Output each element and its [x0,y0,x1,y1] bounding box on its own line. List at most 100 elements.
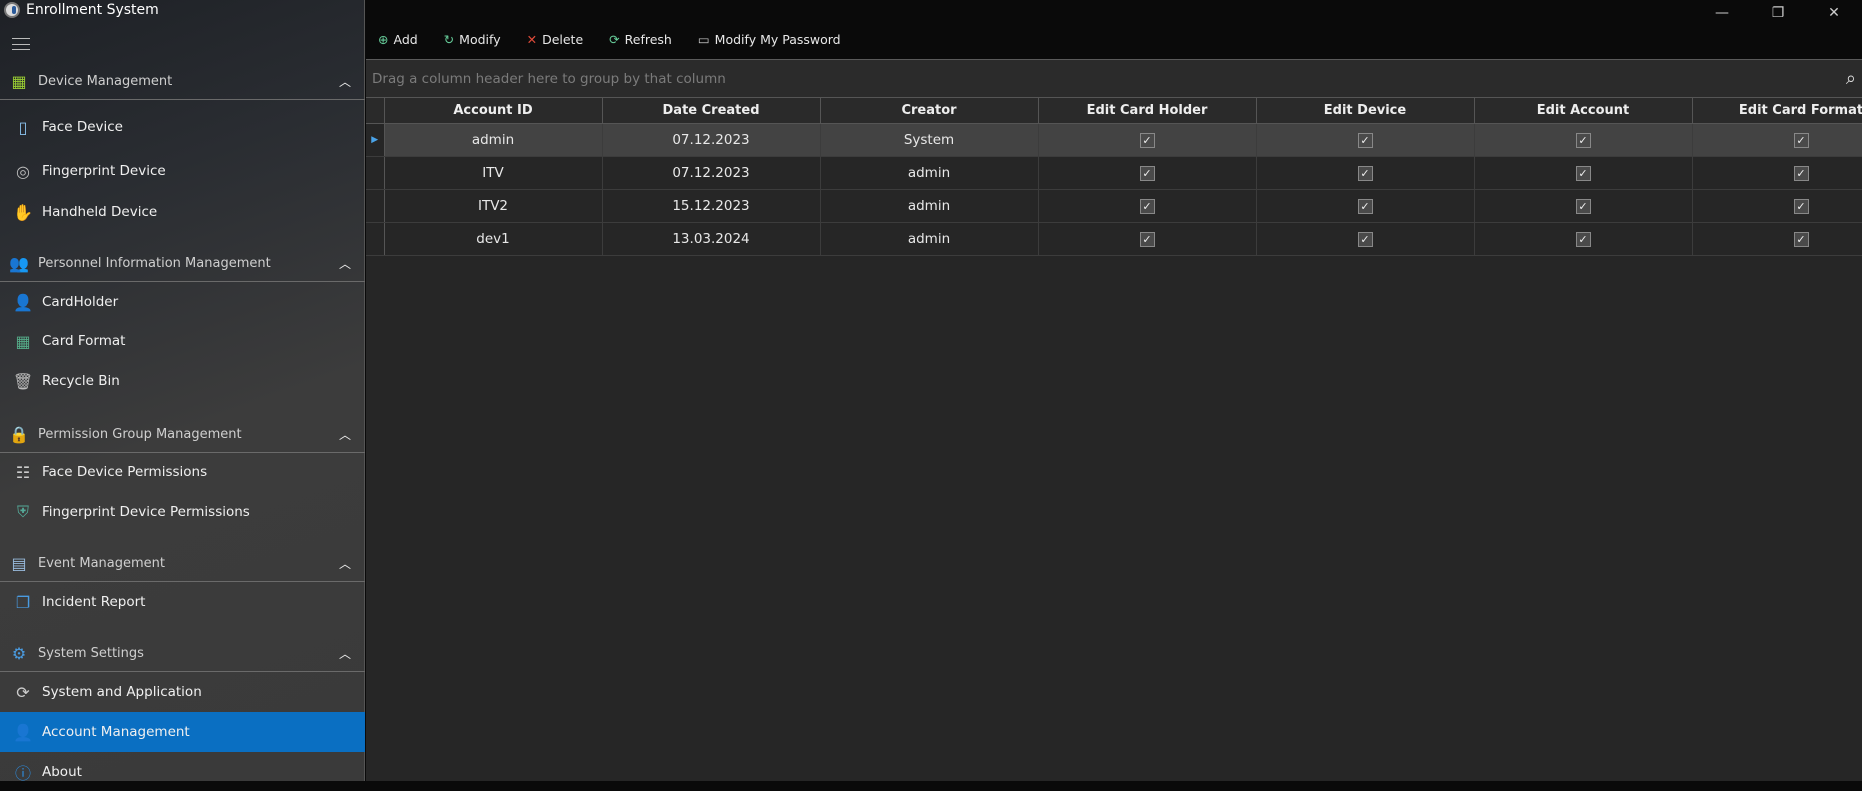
row-indicator[interactable]: ▶ [366,123,385,157]
column-header[interactable]: Edit Card Format [1692,98,1862,124]
checkbox[interactable]: ✓ [1357,132,1373,148]
section-personnel[interactable]: 👥 Personnel Information Management ︿ [0,246,365,282]
cell-permission[interactable]: ✓ [1692,156,1862,190]
checkbox[interactable]: ✓ [1793,132,1809,148]
cell-permission[interactable]: ✓ [1256,189,1475,223]
section-system-settings[interactable]: ⚙ System Settings ︿ [0,636,365,672]
table-row[interactable]: ITV 07.12.2023 admin ✓ ✓ ✓ ✓ [366,156,1862,190]
cell-permission[interactable]: ✓ [1256,156,1475,190]
chevron-up-icon[interactable]: ︿ [339,555,351,572]
cell-creator[interactable]: admin [820,189,1039,223]
table-row[interactable]: ▶ admin 07.12.2023 System ✓ ✓ ✓ ✓ [366,123,1862,157]
group-by-panel[interactable]: Drag a column header here to group by th… [366,59,1862,97]
modify-password-button[interactable]: ▭ Modify My Password [698,32,841,47]
checkbox[interactable]: ✓ [1139,231,1155,247]
cell-creator[interactable]: admin [820,222,1039,256]
chevron-up-icon[interactable]: ︿ [339,73,351,90]
item-label: Recycle Bin [42,373,120,389]
checkbox[interactable]: ✓ [1139,132,1155,148]
cell-id[interactable]: ITV2 [384,189,603,223]
cell-date[interactable]: 07.12.2023 [602,123,821,157]
cell-permission[interactable]: ✓ [1038,222,1257,256]
table-row[interactable]: ITV2 15.12.2023 admin ✓ ✓ ✓ ✓ [366,189,1862,223]
chevron-up-icon[interactable]: ︿ [339,645,351,662]
close-button[interactable]: ✕ [1806,0,1862,26]
section-event-management[interactable]: ▤ Event Management ︿ [0,546,365,582]
checkbox[interactable]: ✓ [1357,198,1373,214]
chevron-up-icon[interactable]: ︿ [339,426,351,443]
cell-permission[interactable]: ✓ [1256,222,1475,256]
sidebar-item-handheld-device[interactable]: ✋ Handheld Device [0,193,365,231]
cell-permission[interactable]: ✓ [1474,123,1693,157]
cell-permission[interactable]: ✓ [1038,156,1257,190]
sidebar-item-face-device-permissions[interactable]: ☷ Face Device Permissions [0,453,365,491]
sidebar-item-cardholder[interactable]: 👤 CardHolder [0,283,365,321]
cell-creator[interactable]: admin [820,156,1039,190]
checkbox[interactable]: ✓ [1139,165,1155,181]
column-header[interactable]: Account ID [384,98,603,124]
cell-permission[interactable]: ✓ [1474,189,1693,223]
row-indicator[interactable] [366,222,385,256]
checkbox[interactable]: ✓ [1575,165,1591,181]
checkbox[interactable]: ✓ [1575,231,1591,247]
checkbox[interactable]: ✓ [1793,231,1809,247]
cell-permission[interactable]: ✓ [1256,123,1475,157]
sidebar-item-about[interactable]: ⓘ About [0,753,365,791]
restore-button[interactable]: ❐ [1750,0,1806,26]
minimize-button[interactable]: — [1694,0,1750,26]
sidebar-item-fingerprint-permissions[interactable]: ⛨ Fingerprint Device Permissions [0,493,365,531]
delete-button[interactable]: ✕ Delete [527,32,584,47]
cell-permission[interactable]: ✓ [1692,123,1862,157]
copy-icon: ❐ [15,592,31,612]
column-header[interactable]: Date Created [602,98,821,124]
permission-list-icon: ☷ [15,462,31,482]
sidebar-item-system-application[interactable]: ⟳ System and Application [0,673,365,711]
checkbox[interactable]: ✓ [1575,198,1591,214]
cell-permission[interactable]: ✓ [1692,189,1862,223]
refresh-button[interactable]: ⟳ Refresh [609,32,672,47]
cell-id[interactable]: ITV [384,156,603,190]
section-permission-group[interactable]: 🔒 Permission Group Management ︿ [0,417,365,453]
checkbox[interactable]: ✓ [1357,165,1373,181]
cell-permission[interactable]: ✓ [1692,222,1862,256]
app-title-text: Enrollment System [26,2,159,18]
trash-icon: 🗑 [12,371,34,391]
cell-id[interactable]: dev1 [384,222,603,256]
search-icon[interactable]: ⌕ [1846,68,1856,89]
column-header[interactable]: Creator [820,98,1039,124]
cell-date[interactable]: 07.12.2023 [602,156,821,190]
row-indicator[interactable] [366,156,385,190]
row-indicator[interactable] [366,189,385,223]
network-icon: ▦ [11,72,27,91]
cell-id[interactable]: admin [384,123,603,157]
cell-date[interactable]: 13.03.2024 [602,222,821,256]
cell-permission[interactable]: ✓ [1038,123,1257,157]
sidebar-item-recycle-bin[interactable]: 🗑 Recycle Bin [0,362,365,400]
column-header[interactable]: Edit Card Holder [1038,98,1257,124]
sidebar-item-card-format[interactable]: ▦ Card Format [0,322,365,360]
checkbox[interactable]: ✓ [1793,198,1809,214]
cell-permission[interactable]: ✓ [1474,156,1693,190]
sidebar-item-account-management[interactable]: 👤 Account Management [0,712,365,752]
modify-button[interactable]: ↻ Modify [444,32,501,47]
cell-date[interactable]: 15.12.2023 [602,189,821,223]
cell-permission[interactable]: ✓ [1038,189,1257,223]
sidebar-item-face-device[interactable]: ▯ Face Device [0,108,365,146]
sidebar-item-fingerprint-device[interactable]: ◎ Fingerprint Device [0,152,365,190]
section-device-management[interactable]: ▦ Device Management ︿ [0,64,365,100]
cell-creator[interactable]: System [820,123,1039,157]
sidebar-item-incident-report[interactable]: ❐ Incident Report [0,583,365,621]
checkbox[interactable]: ✓ [1575,132,1591,148]
checkbox[interactable]: ✓ [1139,198,1155,214]
checkbox[interactable]: ✓ [1357,231,1373,247]
chevron-up-icon[interactable]: ︿ [339,255,351,272]
add-button[interactable]: ⊕ Add [378,32,418,47]
table-row[interactable]: dev1 13.03.2024 admin ✓ ✓ ✓ ✓ [366,222,1862,256]
cell-permission[interactable]: ✓ [1474,222,1693,256]
checkbox[interactable]: ✓ [1793,165,1809,181]
column-header[interactable]: Edit Device [1256,98,1475,124]
app-title: Enrollment System [4,2,159,18]
column-header[interactable]: Edit Account [1474,98,1693,124]
modify-password-label: Modify My Password [714,32,841,47]
hamburger-menu-icon[interactable] [12,38,30,50]
